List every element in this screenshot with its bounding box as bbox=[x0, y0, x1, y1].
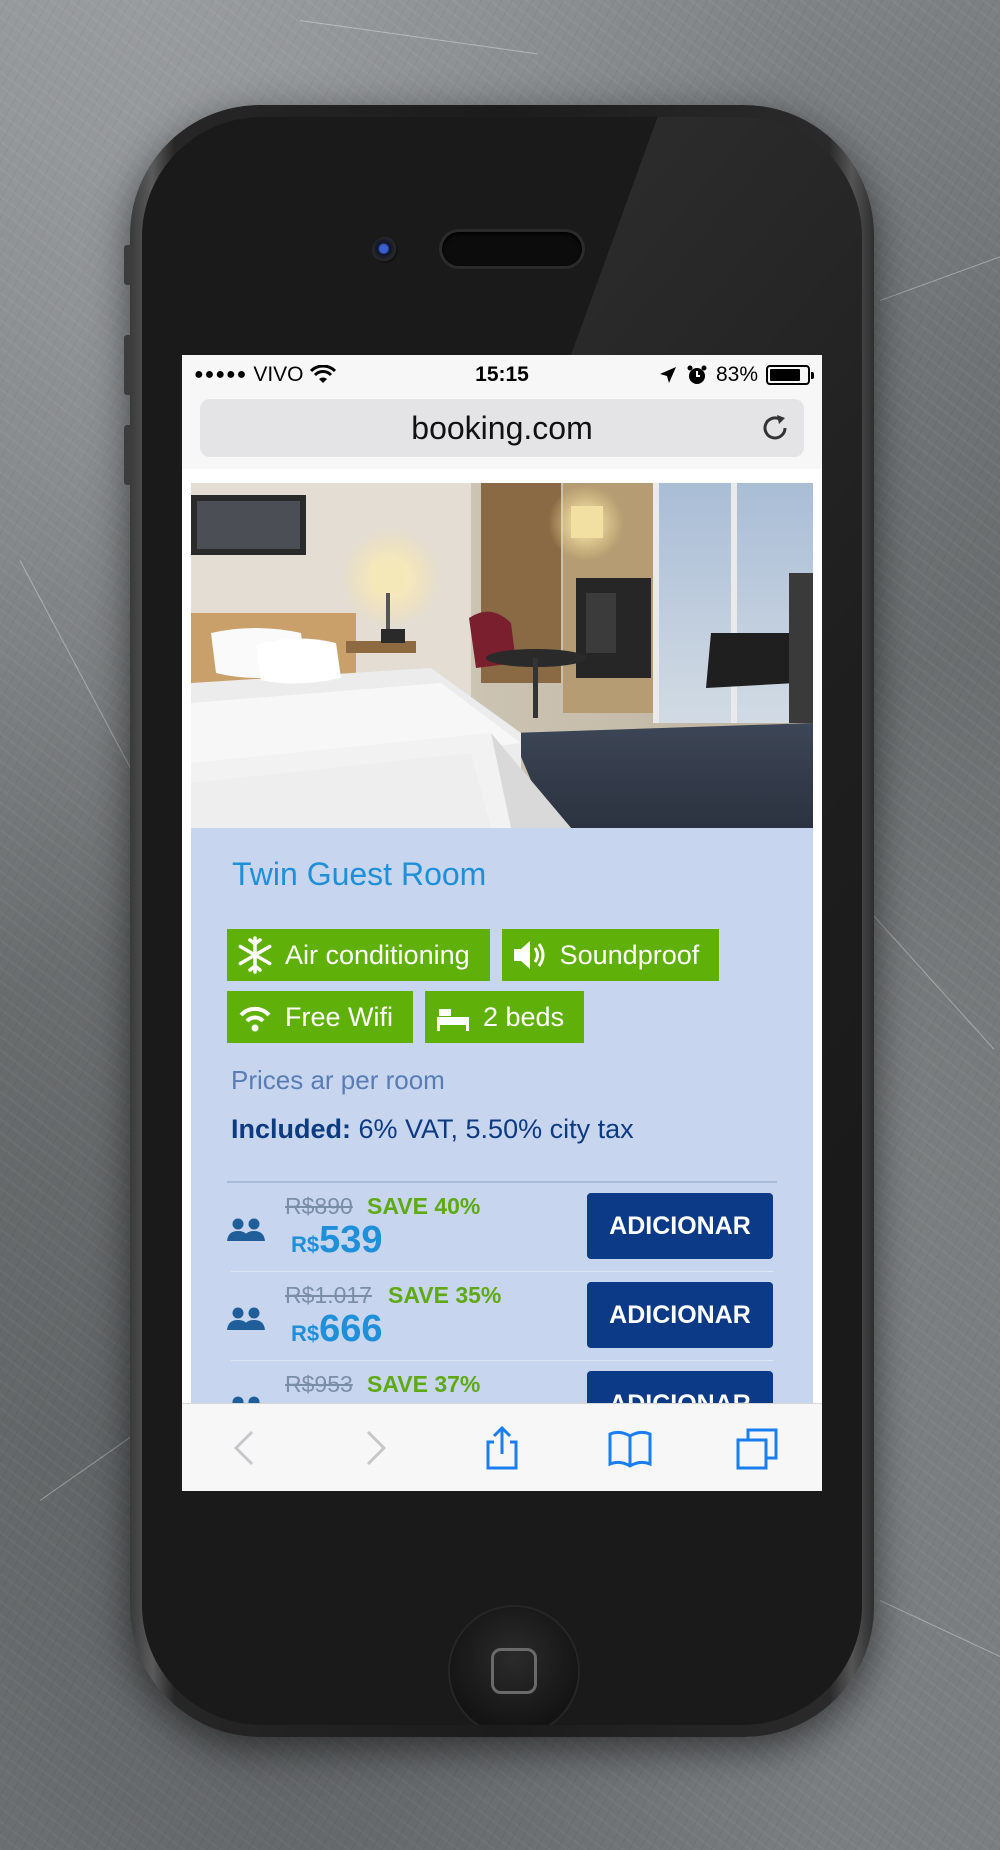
carrier-name: VIVO bbox=[253, 363, 304, 386]
included-label: Included: bbox=[231, 1114, 351, 1144]
original-price: R$953 bbox=[285, 1371, 353, 1397]
currency-symbol: R$ bbox=[291, 1321, 320, 1346]
rate-row: R$890 SAVE 40% R$539 ADICIONAR bbox=[227, 1183, 773, 1272]
page-content: Twin Guest Room Air conditioning Soundpr… bbox=[182, 483, 822, 1403]
address-bar[interactable]: booking.com bbox=[200, 399, 804, 457]
share-icon[interactable] bbox=[478, 1424, 526, 1472]
forward-arrow-icon[interactable] bbox=[350, 1424, 398, 1472]
guests-icon bbox=[227, 1307, 265, 1330]
bed-icon bbox=[437, 1009, 469, 1031]
feature-label: Free Wifi bbox=[285, 1001, 393, 1032]
browser-toolbar bbox=[182, 1403, 822, 1491]
speaker-icon bbox=[513, 941, 545, 969]
earpiece-speaker bbox=[442, 232, 582, 266]
price-value: 539 bbox=[319, 1219, 383, 1261]
guests-icon bbox=[227, 1218, 265, 1241]
feature-label: Air conditioning bbox=[285, 939, 470, 970]
room-card: Twin Guest Room Air conditioning Soundpr… bbox=[191, 828, 813, 1403]
add-button[interactable]: ADICIONAR bbox=[587, 1282, 773, 1348]
snowflake-icon bbox=[238, 936, 272, 974]
feature-free-wifi: Free Wifi bbox=[227, 991, 413, 1043]
add-button[interactable]: ADICIONAR bbox=[587, 1193, 773, 1259]
battery-percent: 83% bbox=[715, 363, 758, 386]
wifi-status-icon bbox=[309, 365, 336, 383]
phone-screen: ●●●●● VIVO 15:15 83% booking.com Twin Gu… bbox=[182, 355, 822, 1491]
room-photo bbox=[191, 483, 813, 828]
guests-icon bbox=[232, 1396, 260, 1403]
wifi-icon bbox=[239, 1006, 271, 1032]
currency-symbol: R$ bbox=[291, 1232, 320, 1257]
status-bar: ●●●●● VIVO 15:15 83% bbox=[182, 355, 822, 395]
feature-label: Soundproof bbox=[559, 939, 700, 970]
add-button[interactable]: ADICIONAR bbox=[587, 1371, 773, 1403]
feature-air-conditioning: Air conditioning bbox=[227, 929, 490, 981]
discount-label: SAVE 40% bbox=[367, 1193, 481, 1219]
front-camera bbox=[372, 237, 398, 263]
discount-label: SAVE 35% bbox=[388, 1282, 502, 1308]
original-price: R$890 bbox=[285, 1193, 353, 1219]
battery-icon bbox=[766, 365, 814, 385]
home-button[interactable] bbox=[450, 1607, 578, 1725]
signal-strength-icon: ●●●●● bbox=[194, 366, 248, 383]
rate-row: R$1.017 SAVE 35% R$666 ADICIONAR bbox=[227, 1272, 773, 1361]
prices-note: Prices ar per room bbox=[231, 1065, 445, 1095]
bookmarks-icon[interactable] bbox=[606, 1424, 654, 1472]
location-arrow-icon bbox=[659, 367, 676, 383]
tabs-icon[interactable] bbox=[734, 1424, 782, 1472]
url-text: booking.com bbox=[411, 409, 593, 446]
included-text: 6% VAT, 5.50% city tax bbox=[351, 1114, 634, 1144]
back-arrow-icon[interactable] bbox=[222, 1424, 270, 1472]
current-price: R$539 bbox=[291, 1219, 383, 1262]
feature-soundproof: Soundproof bbox=[501, 929, 720, 981]
reload-icon[interactable] bbox=[760, 413, 790, 443]
room-title[interactable]: Twin Guest Room bbox=[232, 856, 773, 893]
feature-2-beds: 2 beds bbox=[425, 991, 585, 1043]
original-price: R$1.017 bbox=[285, 1282, 372, 1308]
feature-label: 2 beds bbox=[483, 1001, 565, 1032]
price-value: 666 bbox=[319, 1308, 383, 1350]
discount-label: SAVE 37% bbox=[367, 1371, 481, 1397]
rate-row: R$953 SAVE 37% R$ ADICIONAR bbox=[231, 1361, 773, 1403]
alarm-clock-icon bbox=[687, 365, 707, 384]
included-taxes: Included: 6% VAT, 5.50% city tax bbox=[231, 1114, 773, 1145]
current-price: R$666 bbox=[291, 1308, 383, 1351]
